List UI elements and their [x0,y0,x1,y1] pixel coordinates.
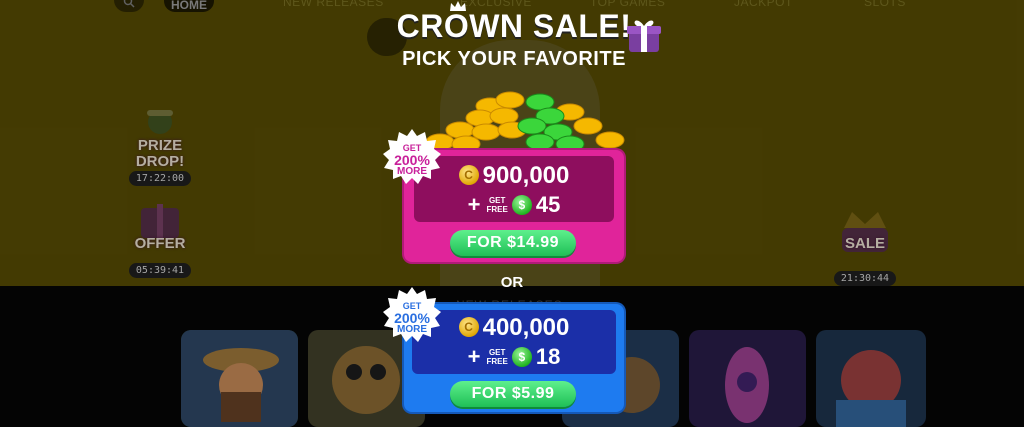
gift-icon [627,20,661,52]
offer-2-badge: GET 200% MORE [382,286,442,346]
or-divider: OR [500,274,524,291]
offer-2-coin-amount: 400,000 [482,314,570,341]
buy-offer-1-button[interactable]: FOR $14.99 [450,230,576,256]
get-free-line-1: GET [488,196,506,205]
badge-more: MORE [397,166,427,177]
offer-2-details: C 400,000 + GET FREE $18 [412,310,616,374]
dollar-coin-icon: $ [511,195,532,215]
offer-1-badge-text: GET 200% MORE [382,142,442,178]
get-free-label: GET FREE [487,196,508,214]
offer-1-details: C 900,000 + GET FREE $45 [414,156,614,222]
coin-icon: C [458,316,479,337]
offer-2-badge-text: GET 200% MORE [382,300,442,336]
get-free-line-2: FREE [486,357,508,366]
offer-2-coins: C 400,000 [412,314,616,342]
dollar-coin-icon: $ [511,347,532,367]
offer-2-bonus: + GET FREE $18 [412,344,616,370]
offer-1-plus: + [467,192,481,217]
modal-title: CROWN SALE! [396,8,632,44]
badge-percent: 200% [394,152,430,168]
buy-offer-2-button[interactable]: FOR $5.99 [450,381,576,407]
badge-more: MORE [397,324,427,335]
get-free-line-1: GET [488,348,506,357]
get-free-label: GET FREE [487,348,508,366]
coin-pile-art [425,91,625,153]
offer-1-badge: GET 200% MORE [382,128,442,188]
offer-2-plus: + [467,344,481,369]
offer-2-bonus-amount: 18 [535,344,561,369]
offer-1-coin-amount: 900,000 [482,162,570,189]
offer-1-bonus: + GET FREE $45 [414,192,614,218]
offer-1-bonus-amount: 45 [535,192,561,217]
badge-percent: 200% [394,310,430,326]
coin-icon: C [458,164,479,185]
modal-subtitle: PICK YOUR FAVORITE [402,48,626,70]
offer-1-coins: C 900,000 [414,162,614,190]
get-free-line-2: FREE [486,205,508,214]
